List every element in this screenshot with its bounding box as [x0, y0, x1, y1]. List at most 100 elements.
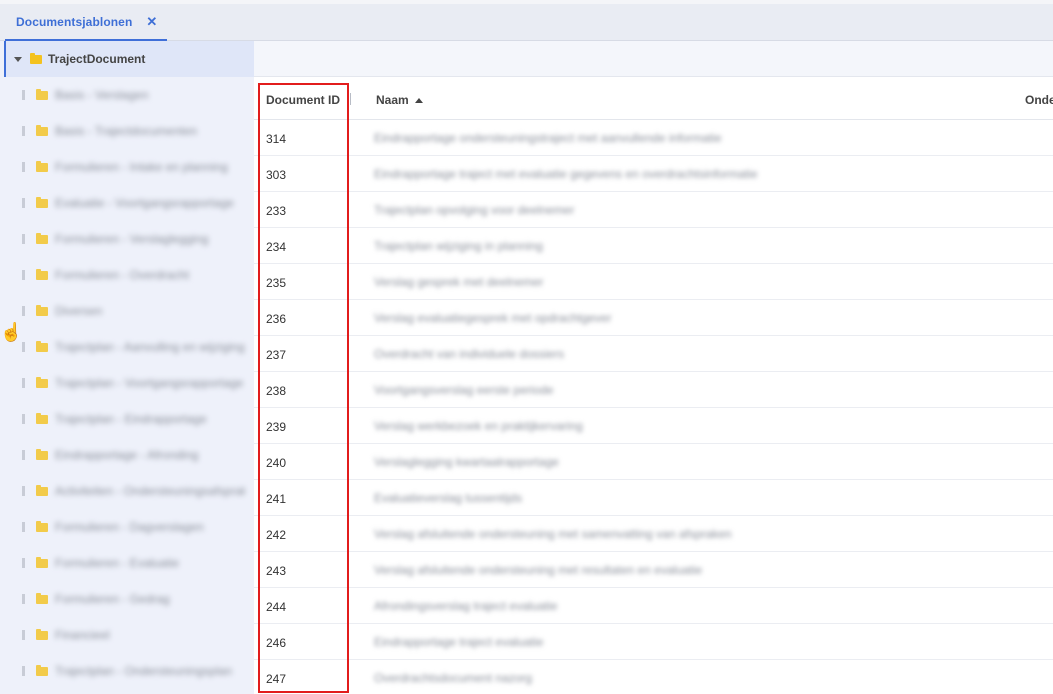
tree-item-label: Trajectplan - Eindrapportage: [55, 412, 207, 426]
table-row[interactable]: 238 Voortgangsverslag eerste periode: [254, 372, 1053, 408]
folder-icon: [30, 52, 42, 64]
table-row[interactable]: 236 Verslag evaluatiegesprek met opdracht…: [254, 300, 1053, 336]
tree-connector: [22, 162, 25, 172]
tree-root-label: TrajectDocument: [48, 52, 146, 66]
tree-item[interactable]: Evaluatie - Voortgangsrapportage: [0, 185, 254, 221]
tree-item-label: Formulieren - Verslaglegging: [55, 232, 209, 246]
cell-document-id: 233: [266, 204, 287, 218]
table-row[interactable]: 233 Trajectplan opvolging voor deelnemer: [254, 192, 1053, 228]
tree-item[interactable]: Diversen: [0, 293, 254, 329]
table-row[interactable]: 246 Eindrapportage traject evaluatie: [254, 624, 1053, 660]
folder-icon: [36, 412, 48, 424]
cell-naam: Eindrapportage traject evaluatie: [374, 635, 544, 649]
tree-item-label: Eindrapportage - Afronding: [55, 448, 199, 462]
tree-item[interactable]: Formulieren - Gedrag: [0, 581, 254, 617]
table-row[interactable]: 244 Afrondingsverslag traject evaluatie: [254, 588, 1053, 624]
folder-icon: [36, 520, 48, 532]
tree-item-label: Formulieren - Gedrag: [55, 592, 170, 606]
tree-item[interactable]: Activiteiten - Ondersteuningsafspraken: [0, 473, 254, 509]
folder-icon: [36, 340, 48, 352]
tree-connector: [22, 630, 25, 640]
tree-connector: [22, 594, 25, 604]
tree-item[interactable]: Trajectplan - Aanvulling en wijziging: [0, 329, 254, 365]
tree-item[interactable]: Trajectplan - Voortgangsrapportage: [0, 365, 254, 401]
table-row[interactable]: 247 Overdrachtsdocument nazorg: [254, 660, 1053, 694]
tree-item[interactable]: Formulieren - Verslaglegging: [0, 221, 254, 257]
folder-icon: [36, 304, 48, 316]
table-row[interactable]: 239 Verslag werkbezoek en praktijkervarin…: [254, 408, 1053, 444]
column-resize-handle[interactable]: [350, 93, 351, 105]
folder-icon: [36, 196, 48, 208]
folder-icon: [36, 88, 48, 100]
tree-connector: [22, 126, 25, 136]
tree-item-label: Formulieren - Dagverslagen: [55, 520, 204, 534]
tree-item[interactable]: Trajectplan - Ondersteuningsplan: [0, 653, 254, 689]
app-window: Documentsjablonen ✕ TrajectDocument Basi…: [0, 0, 1053, 694]
tab-documentsjablonen[interactable]: Documentsjablonen ✕: [5, 4, 168, 41]
tree-connector: [22, 90, 25, 100]
tree-item[interactable]: Formulieren - Overdracht: [0, 257, 254, 293]
table-row[interactable]: 314 Eindrapportage ondersteuningstraject …: [254, 120, 1053, 156]
cell-naam: Trajectplan wijziging in planning: [374, 239, 543, 253]
cell-naam: Trajectplan opvolging voor deelnemer: [374, 203, 575, 217]
folder-icon: [36, 664, 48, 676]
tree-item[interactable]: Eindrapportage - Afronding: [0, 437, 254, 473]
tree-item[interactable]: Financieel: [0, 617, 254, 653]
folder-icon: [36, 160, 48, 172]
cell-document-id: 243: [266, 564, 287, 578]
cell-document-id: 238: [266, 384, 287, 398]
grid-toolbar: [254, 41, 1053, 77]
tree-item[interactable]: Formulieren - Evaluatie: [0, 545, 254, 581]
cell-document-id: 247: [266, 672, 287, 686]
tree-item-label: Financieel: [55, 628, 110, 642]
column-header-naam-label: Naam: [376, 93, 409, 107]
table-row[interactable]: 235 Verslag gesprek met deelnemer: [254, 264, 1053, 300]
tree-item-label: Diversen: [55, 304, 103, 318]
cell-naam: Verslag afsluitende ondersteuning met sa…: [374, 527, 732, 541]
cell-document-id: 236: [266, 312, 287, 326]
close-icon[interactable]: ✕: [146, 14, 157, 30]
cell-naam: Eindrapportage traject met evaluatie geg…: [374, 167, 758, 181]
folder-icon: [36, 376, 48, 388]
tree-root-trajectdocument[interactable]: TrajectDocument: [4, 41, 254, 77]
tree-item-label: Basis - Verslagen: [55, 88, 149, 102]
folder-icon: [36, 448, 48, 460]
tree-connector: [22, 378, 25, 388]
tree-item[interactable]: Basis - Verslagen: [0, 77, 254, 113]
table-row[interactable]: 303 Eindrapportage traject met evaluatie …: [254, 156, 1053, 192]
folder-icon: [36, 484, 48, 496]
column-header-document-id[interactable]: Document ID: [266, 93, 340, 107]
cell-document-id: 303: [266, 168, 287, 182]
table-row[interactable]: 240 Verslaglegging kwartaalrapportage: [254, 444, 1053, 480]
folder-icon: [36, 232, 48, 244]
cell-document-id: 235: [266, 276, 287, 290]
sort-ascending-icon: [414, 97, 423, 103]
folder-icon: [36, 628, 48, 640]
column-header-onderwerp[interactable]: Onde: [1025, 93, 1053, 107]
tree-connector: [22, 486, 25, 496]
tree-item[interactable]: Trajectplan - Eindrapportage: [0, 401, 254, 437]
cell-naam: Verslag evaluatiegesprek met opdrachtgev…: [374, 311, 612, 325]
column-header-naam[interactable]: Naam: [376, 93, 423, 107]
table-row[interactable]: 234 Trajectplan wijziging in planning: [254, 228, 1053, 264]
cell-naam: Overdrachtsdocument nazorg: [374, 671, 533, 685]
table-row[interactable]: 241 Evaluatieverslag tussentijds: [254, 480, 1053, 516]
cell-document-id: 246: [266, 636, 287, 650]
tree-item-label: Trajectplan - Voortgangsrapportage: [55, 376, 244, 390]
tree-connector: [22, 234, 25, 244]
tree-connector: [22, 522, 25, 532]
tree-connector: [22, 414, 25, 424]
table-row[interactable]: 242 Verslag afsluitende ondersteuning met…: [254, 516, 1053, 552]
cell-naam: Evaluatieverslag tussentijds: [374, 491, 523, 505]
tree-connector: [22, 666, 25, 676]
tree-item-label: Trajectplan - Aanvulling en wijziging: [55, 340, 245, 354]
tree-item[interactable]: Formulieren - Dagverslagen: [0, 509, 254, 545]
tree-item[interactable]: Formulieren - Intake en planning: [0, 149, 254, 185]
tree-item[interactable]: Basis - Trajectdocumenten: [0, 113, 254, 149]
tree-item-label: Trajectplan - Ondersteuningsplan: [55, 664, 232, 678]
table-row[interactable]: 243 Verslag afsluitende ondersteuning met…: [254, 552, 1053, 588]
cell-naam: Verslaglegging kwartaalrapportage: [374, 455, 559, 469]
table-row[interactable]: 237 Overdracht van individuele dossiers: [254, 336, 1053, 372]
cell-naam: Eindrapportage ondersteuningstraject met…: [374, 131, 722, 145]
caret-down-icon[interactable]: [14, 56, 22, 62]
